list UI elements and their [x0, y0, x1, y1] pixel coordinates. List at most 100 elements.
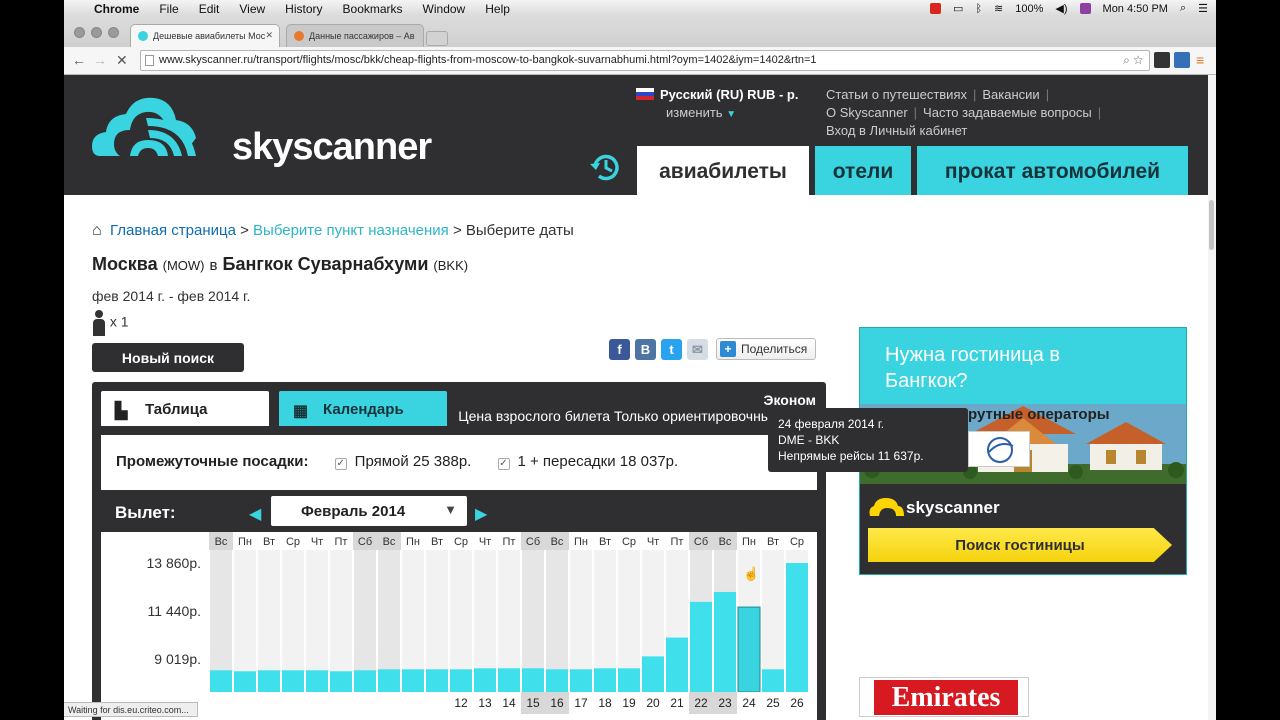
browser-tab-skyscanner[interactable]: Дешевые авиабилеты Мос ✕ — [130, 24, 280, 47]
vacancies-link[interactable]: Вакансии — [982, 87, 1039, 102]
page-scrollbar[interactable] — [1208, 75, 1216, 720]
weekday-label: Пт — [503, 536, 516, 548]
spotlight-icon[interactable]: ⌕ — [1180, 2, 1186, 15]
day-column-bg — [234, 550, 256, 692]
skyscanner-logo[interactable]: skyscanner — [92, 90, 432, 168]
email-icon[interactable]: ✉ — [687, 338, 708, 360]
omnibox-icons: ⌕ ☆ — [1123, 53, 1143, 68]
browser-tabbar: Дешевые авиабилеты Мос ✕ Данные пассажир… — [64, 17, 1216, 47]
tab-car-hire[interactable]: прокат автомобилей — [917, 146, 1188, 195]
forward-arrow-icon[interactable]: → — [93, 52, 107, 68]
departure-label: Вылет: — [115, 503, 176, 522]
menu-edit[interactable]: Edit — [199, 2, 220, 16]
menu-window[interactable]: Window — [423, 2, 466, 16]
history-clock-icon[interactable] — [588, 150, 622, 184]
mac-menubar: Chrome File Edit View History Bookmarks … — [64, 0, 1216, 17]
about-link[interactable]: О Skyscanner — [826, 105, 908, 120]
airline-emblem-icon — [987, 437, 1014, 463]
emirates-logo[interactable]: Emirates — [859, 677, 1029, 717]
date-label: 21 — [670, 696, 684, 710]
menu-view[interactable]: View — [239, 2, 265, 16]
tab-calendar[interactable]: ▦ Календарь — [279, 391, 447, 426]
link-separator: | — [1045, 87, 1050, 102]
home-icon[interactable]: ⌂ — [92, 222, 110, 240]
facebook-icon[interactable]: f — [609, 338, 630, 360]
twitter-icon[interactable]: t — [661, 338, 682, 360]
window-close-button[interactable] — [74, 27, 85, 38]
change-language-link[interactable]: изменить ▼ — [666, 105, 736, 120]
new-tab-button[interactable] — [426, 31, 448, 46]
language-selector[interactable]: Русский (RU) RUB - р. — [636, 87, 798, 102]
vkontakte-icon[interactable]: B — [635, 338, 656, 360]
scrollbar-thumb[interactable] — [1209, 200, 1214, 250]
price-bar — [378, 669, 400, 692]
page-icon — [145, 55, 154, 66]
back-arrow-icon[interactable]: ← — [72, 52, 86, 68]
weekday-label: Ср — [622, 536, 636, 548]
weekday-label: Вс — [551, 536, 564, 548]
browser-tab-passengers[interactable]: Данные пассажиров – Ав — [286, 24, 424, 47]
breadcrumb-separator: > — [452, 222, 462, 239]
display-icon[interactable]: ▭ — [953, 2, 963, 15]
price-bar — [786, 563, 808, 692]
stop-icon[interactable]: ✕ — [116, 52, 128, 69]
month-select[interactable]: Февраль 2014 ▼ — [271, 496, 467, 526]
top-links-row-2: О Skyscanner | Часто задаваемые вопросы | — [826, 105, 1107, 120]
price-bar — [666, 637, 688, 692]
wifi-icon[interactable]: ≋ — [994, 2, 1003, 15]
direct-checkbox[interactable]: ✓ — [334, 458, 347, 470]
battery-label[interactable]: 100% — [1015, 3, 1043, 15]
tab-flights[interactable]: авиабилеты — [637, 146, 809, 195]
login-link[interactable]: Вход в Личный кабинет — [826, 123, 967, 138]
faq-link[interactable]: Часто задаваемые вопросы — [923, 105, 1092, 120]
weekday-label: Пн — [406, 536, 420, 548]
bluetooth-icon[interactable]: ᛒ — [975, 3, 982, 15]
articles-link[interactable]: Статьи о путешествиях — [826, 87, 967, 102]
chrome-menu-icon[interactable]: ≡ — [1196, 52, 1204, 68]
breadcrumb-destination-link[interactable]: Выберите пункт назначения — [253, 222, 449, 239]
search-icon[interactable]: ⌕ — [1123, 53, 1130, 67]
price-bar — [522, 668, 544, 692]
tab-title: Дешевые авиабилеты Мос — [153, 31, 266, 41]
language-label: Русский (RU) RUB - р. — [660, 87, 799, 102]
window-zoom-button[interactable] — [108, 27, 119, 38]
new-search-button[interactable]: Новый поиск — [92, 343, 244, 372]
price-calendar-chart: Вс Пн Вт Ср Чт Пт Сб Вс Пн Вт Ср Чт Пт Сб Вс Пн Вт Ср Чт Пт… — [101, 532, 817, 720]
connecting-checkbox[interactable]: ✓ — [497, 458, 510, 470]
menu-file[interactable]: File — [159, 2, 178, 16]
passenger-label: x 1 — [109, 313, 129, 330]
origin-code: (MOW) — [162, 258, 205, 273]
share-label: Поделиться — [741, 342, 808, 356]
volume-icon[interactable]: ◀) — [1055, 2, 1067, 15]
weekday-label: Вс — [215, 536, 228, 548]
flag-icon[interactable] — [1079, 3, 1091, 14]
weekday-label: Пн — [574, 536, 588, 548]
airline-logo[interactable] — [968, 431, 1030, 467]
clock[interactable]: Mon 4:50 PM — [1103, 3, 1168, 15]
price-bar — [642, 656, 664, 692]
list-icon[interactable]: ☰ — [1198, 2, 1208, 15]
tab-table[interactable]: ▙ Таблица — [101, 391, 269, 426]
share-button[interactable]: + Поделиться — [716, 338, 817, 360]
tab-close-icon[interactable]: ✕ — [265, 30, 273, 41]
menu-help[interactable]: Help — [485, 2, 510, 16]
tab-hotels[interactable]: отели — [815, 146, 911, 195]
hotel-search-button[interactable]: Поиск гостиницы — [868, 528, 1172, 562]
extension-badge-icon[interactable] — [1174, 52, 1190, 68]
record-icon[interactable] — [930, 3, 942, 14]
address-bar[interactable]: www.skyscanner.ru/transport/flights/mosc… — [140, 50, 1150, 71]
logo-wordmark: skyscanner — [232, 126, 432, 168]
emirates-text: Emirates — [874, 680, 1018, 715]
stops-label: Промежуточные посадки: — [116, 453, 309, 470]
date-label: 20 — [646, 696, 660, 710]
prev-month-icon[interactable]: ◀ — [249, 504, 261, 524]
menu-bookmarks[interactable]: Bookmarks — [343, 2, 403, 16]
price-bar — [306, 670, 328, 692]
breadcrumb-home-link[interactable]: Главная страница — [110, 222, 236, 239]
menu-app[interactable]: Chrome — [94, 2, 139, 16]
menu-history[interactable]: History — [285, 2, 322, 16]
extension-icon[interactable] — [1154, 52, 1170, 68]
next-month-icon[interactable]: ▶ — [475, 504, 487, 524]
bookmark-star-icon[interactable]: ☆ — [1133, 53, 1143, 67]
window-minimize-button[interactable] — [91, 27, 102, 38]
